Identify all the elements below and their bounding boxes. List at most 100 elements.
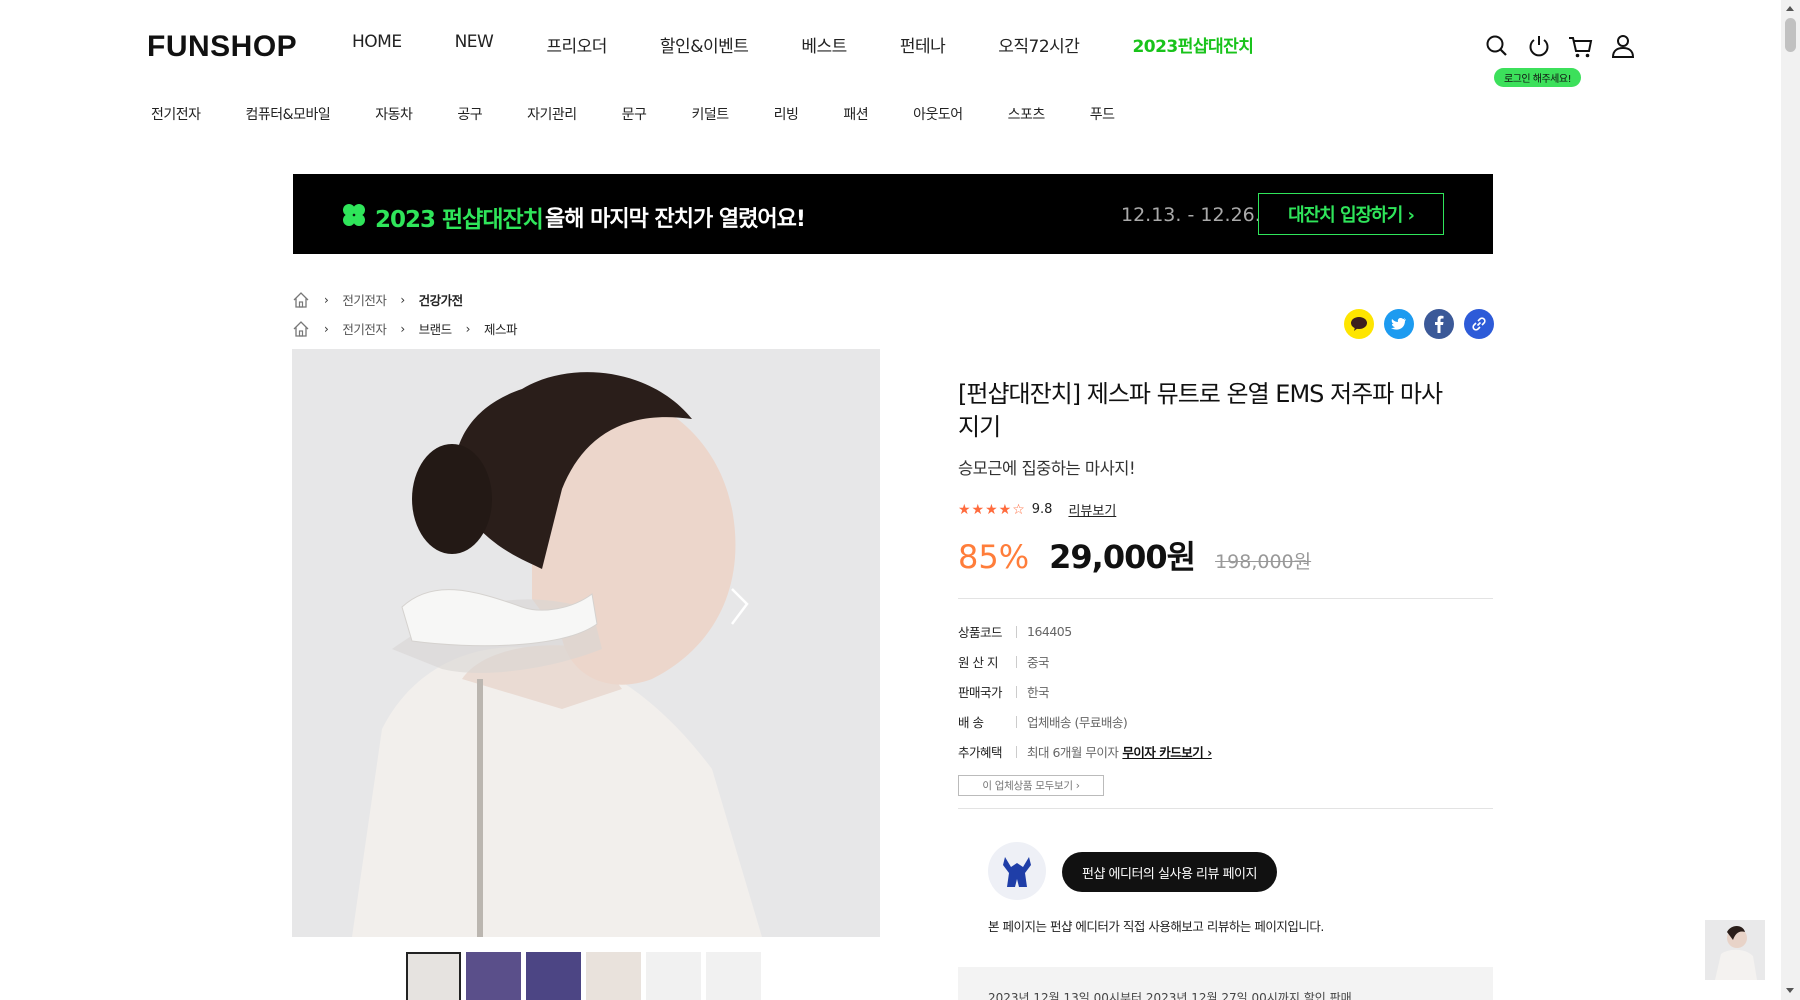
- sale-notice-box: 2023년 12월 13일 00시부터 2023년 12월 27일 00시까지 …: [958, 967, 1493, 1000]
- facebook-icon[interactable]: [1424, 309, 1454, 339]
- interest-free-card-link[interactable]: 무이자 카드보기 ›: [1122, 742, 1212, 761]
- editor-note: 본 페이지는 펀샵 에디터가 직접 사용해보고 리뷰하는 페이지입니다.: [988, 919, 1324, 934]
- banner-subtitle: 올해 마지막 잔치가 열렸어요!: [545, 207, 806, 232]
- sale-price: 29,000원: [1049, 538, 1196, 576]
- product-photo-illustration: [292, 349, 880, 937]
- category-item[interactable]: 문구: [622, 104, 647, 124]
- divider: [958, 808, 1493, 809]
- kakaotalk-icon[interactable]: [1344, 309, 1374, 339]
- chevron-right-icon: ›: [324, 292, 329, 307]
- breadcrumb-item[interactable]: 전기전자: [342, 319, 387, 338]
- nav-72hours[interactable]: 오직72시간: [998, 32, 1080, 57]
- category-item[interactable]: 아웃도어: [913, 104, 963, 124]
- chevron-right-icon: ›: [465, 321, 471, 336]
- info-row: 원 산 지 중국: [958, 652, 1050, 671]
- category-item[interactable]: 스포츠: [1008, 104, 1046, 124]
- user-icon[interactable]: [1610, 32, 1636, 60]
- scroll-down-icon[interactable]: [1786, 988, 1794, 993]
- nav-preorder[interactable]: 프리오더: [546, 32, 607, 57]
- category-item[interactable]: 공구: [457, 104, 482, 124]
- home-icon[interactable]: [292, 291, 310, 309]
- thumbnail[interactable]: [586, 952, 641, 1000]
- thumbnail[interactable]: [526, 952, 581, 1000]
- nav-2023-festival[interactable]: 2023펀샵대잔치: [1132, 32, 1254, 57]
- scrollbar[interactable]: [1781, 0, 1800, 1000]
- category-item[interactable]: 키덜트: [691, 104, 729, 124]
- cart-icon[interactable]: [1568, 32, 1594, 60]
- view-all-seller-items-button[interactable]: 이 업체상품 모두보기 ›: [958, 775, 1104, 796]
- info-row: 배 송 업체배송 (무료배송): [958, 712, 1128, 731]
- price-block: 85% 29,000원 198,000원: [958, 532, 1311, 578]
- thumbnail[interactable]: [466, 952, 521, 1000]
- enter-festival-button[interactable]: 대잔치 입장하기 ›: [1258, 193, 1444, 235]
- thumbnail[interactable]: [406, 952, 461, 1000]
- star-rating-icon: ★★★★☆: [958, 501, 1026, 518]
- clover-icon: [343, 204, 365, 226]
- nav-home[interactable]: HOME: [352, 32, 402, 57]
- info-key: 배 송: [958, 715, 984, 730]
- product-image[interactable]: [292, 349, 880, 937]
- chevron-right-icon: ›: [324, 321, 329, 336]
- info-value: 최대 6개월 무이자: [1027, 745, 1119, 760]
- festival-banner[interactable]: 2023 펀샵대잔치 올해 마지막 잔치가 열렸어요! 12.13. - 12.…: [293, 174, 1493, 254]
- twitter-icon[interactable]: [1384, 309, 1414, 339]
- main-nav: HOME NEW 프리오더 할인&이벤트 베스트 펀테나 오직72시간 2023…: [352, 32, 1306, 57]
- info-key: 원 산 지: [958, 655, 998, 670]
- breadcrumb-item[interactable]: 건강가전: [419, 290, 464, 309]
- scrollbar-thumb[interactable]: [1785, 18, 1796, 52]
- divider: [958, 598, 1493, 599]
- rating: ★★★★☆ 9.8 리뷰보기: [958, 500, 1116, 520]
- category-item[interactable]: 컴퓨터&모바일: [246, 104, 331, 124]
- review-link[interactable]: 리뷰보기: [1068, 500, 1116, 519]
- discount-rate: 85%: [958, 538, 1030, 576]
- editor-character-icon: [1003, 857, 1031, 887]
- nav-sale-event[interactable]: 할인&이벤트: [660, 32, 749, 57]
- rating-score: 9.8: [1031, 502, 1053, 517]
- sale-notice-text: 2023년 12월 13일 00시부터 2023년 12월 27일 00시까지 …: [988, 991, 1352, 1000]
- banner-dates: 12.13. - 12.26.: [1121, 204, 1261, 226]
- chevron-right-icon: ›: [400, 292, 405, 307]
- category-item[interactable]: 자동차: [375, 104, 413, 124]
- thumbnail[interactable]: [706, 952, 761, 1000]
- info-row: 판매국가 한국: [958, 682, 1050, 701]
- editor-review-bubble[interactable]: 펀샵 에디터의 실사용 리뷰 페이지: [1062, 852, 1277, 892]
- chevron-right-icon: ›: [400, 321, 405, 336]
- link-icon[interactable]: [1464, 309, 1494, 339]
- power-icon[interactable]: [1526, 32, 1552, 60]
- info-key: 판매국가: [958, 685, 1003, 700]
- home-icon[interactable]: [292, 320, 310, 338]
- recent-view-thumbnail[interactable]: [1705, 920, 1765, 980]
- product-title: [펀샵대잔치] 제스파 뮤트로 온열 EMS 저주파 마사지기: [958, 380, 1443, 441]
- nav-funtenna[interactable]: 펀테나: [900, 32, 946, 57]
- thumbnail[interactable]: [646, 952, 701, 1000]
- funshop-logo[interactable]: FUNSHOP: [147, 30, 297, 64]
- breadcrumb-item[interactable]: 브랜드: [419, 319, 453, 338]
- info-value: 중국: [1027, 655, 1050, 670]
- login-badge[interactable]: 로그인 해주세요!: [1494, 68, 1582, 87]
- banner-title: 2023 펀샵대잔치: [375, 207, 544, 233]
- breadcrumb: › 전기전자 › 브랜드 › 제스파: [292, 319, 517, 338]
- original-price: 198,000원: [1215, 551, 1312, 573]
- breadcrumb-item[interactable]: 제스파: [484, 319, 518, 338]
- share-buttons: [1344, 309, 1494, 339]
- info-value: 업체배송 (무료배송): [1027, 715, 1128, 730]
- thumbnail-strip: [406, 952, 761, 1000]
- info-key: 추가혜택: [958, 745, 1003, 760]
- header-icons: [1484, 32, 1636, 60]
- category-item[interactable]: 전기전자: [151, 104, 201, 124]
- info-value: 한국: [1027, 685, 1050, 700]
- scroll-up-icon[interactable]: [1786, 6, 1794, 11]
- info-value: 164405: [1027, 624, 1072, 639]
- editor-avatar: [988, 842, 1046, 900]
- category-item[interactable]: 푸드: [1090, 104, 1115, 124]
- category-nav: 전기전자 컴퓨터&모바일 자동차 공구 자기관리 문구 키덜트 리빙 패션 아웃…: [151, 104, 1160, 124]
- category-item[interactable]: 패션: [843, 104, 868, 124]
- breadcrumb-item[interactable]: 전기전자: [342, 290, 387, 309]
- product-subtitle: 승모근에 집중하는 마사지!: [958, 459, 1136, 478]
- category-item[interactable]: 자기관리: [527, 104, 577, 124]
- nav-new[interactable]: NEW: [455, 32, 494, 57]
- search-icon[interactable]: [1484, 32, 1510, 60]
- category-item[interactable]: 리빙: [774, 104, 799, 124]
- nav-best[interactable]: 베스트: [801, 32, 847, 57]
- info-row: 상품코드 164405: [958, 622, 1072, 641]
